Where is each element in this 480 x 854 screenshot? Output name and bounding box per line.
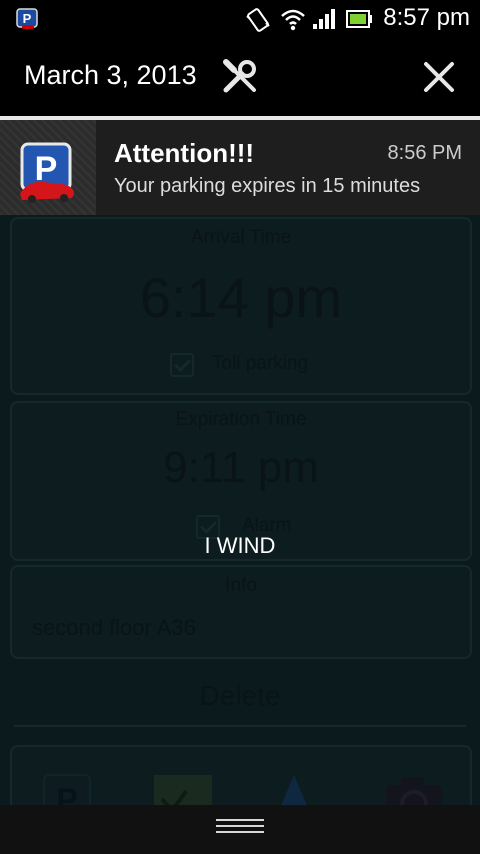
shade-date: March 3, 2013 xyxy=(24,60,197,90)
info-value[interactable]: second floor A36 xyxy=(32,615,196,641)
drag-handle-line xyxy=(216,825,264,827)
notification-title: Attention!!! xyxy=(114,138,255,168)
notification-icon-area: P xyxy=(0,120,96,215)
arrival-label: Arrival Time xyxy=(190,227,292,248)
delete-button[interactable]: Delete xyxy=(14,667,466,727)
shade-drag-bar[interactable] xyxy=(0,805,480,854)
arrival-panel: Arrival Time 6:14 pm Toll parking xyxy=(10,217,472,395)
notification-shade-header: March 3, 2013 xyxy=(0,40,480,116)
info-label: Info xyxy=(225,575,257,596)
parking-notification[interactable]: P Attention!!! 8:56 PM Your parking expi… xyxy=(0,120,480,215)
settings-wrench-icon[interactable] xyxy=(220,56,260,100)
signal-strength-icon xyxy=(312,8,336,34)
info-panel: Info second floor A36 xyxy=(10,565,472,659)
drag-handle-line xyxy=(216,831,264,833)
vibrate-rotate-icon xyxy=(244,6,272,38)
toll-parking-checkbox[interactable] xyxy=(170,353,194,377)
battery-icon xyxy=(346,10,372,32)
clear-notifications-close-icon[interactable] xyxy=(422,60,456,98)
arrival-time[interactable]: 6:14 pm xyxy=(12,265,470,330)
status-time: 8:57 pm xyxy=(383,4,470,31)
notification-text: Your parking expires in 15 minutes xyxy=(114,175,421,197)
status-bar: P 8:57 pm xyxy=(0,0,480,40)
carrier-label: I WIND xyxy=(204,533,276,558)
svg-text:P: P xyxy=(23,11,32,26)
expiration-label: Expiration Time xyxy=(175,409,307,430)
drag-handle-line xyxy=(216,819,264,821)
delete-label: Delete xyxy=(199,680,281,711)
wifi-icon xyxy=(280,6,306,36)
toll-parking-label: Toll parking xyxy=(212,353,309,374)
notification-time: 8:56 PM xyxy=(387,142,462,164)
parking-app-icon: P xyxy=(16,8,38,30)
expiration-time[interactable]: 9:11 pm xyxy=(12,443,470,493)
parking-car-icon: P xyxy=(18,142,76,208)
